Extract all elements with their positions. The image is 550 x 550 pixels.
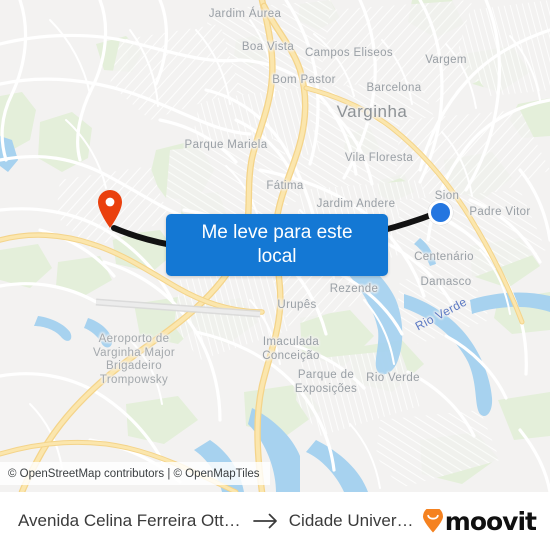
route-footer: Avenida Celina Ferreira Ottoni, … Cidade…: [0, 492, 550, 550]
map-attribution-text: © OpenStreetMap contributors | © OpenMap…: [8, 467, 260, 480]
map-attribution[interactable]: © OpenStreetMap contributors | © OpenMap…: [0, 462, 270, 485]
origin-pin-icon[interactable]: [97, 189, 123, 229]
moovit-route-widget: Jardim Áurea Boa Vista Campos Eliseos Va…: [0, 0, 550, 550]
moovit-logo[interactable]: moovit: [422, 506, 537, 536]
arrow-right-icon: [252, 513, 279, 529]
destination-dot-icon[interactable]: [428, 200, 453, 225]
map-canvas[interactable]: Jardim Áurea Boa Vista Campos Eliseos Va…: [0, 0, 550, 492]
take-me-here-button[interactable]: Me leve para este local: [166, 214, 388, 276]
origin-label: Avenida Celina Ferreira Ottoni, …: [18, 511, 243, 530]
moovit-wordmark: moovit: [444, 506, 537, 536]
moovit-pin-icon: [422, 509, 444, 533]
destination-label: Cidade Universit…: [288, 511, 414, 530]
take-me-here-label: Me leve para este local: [201, 222, 353, 267]
route-summary: Avenida Celina Ferreira Ottoni, … Cidade…: [18, 511, 414, 531]
